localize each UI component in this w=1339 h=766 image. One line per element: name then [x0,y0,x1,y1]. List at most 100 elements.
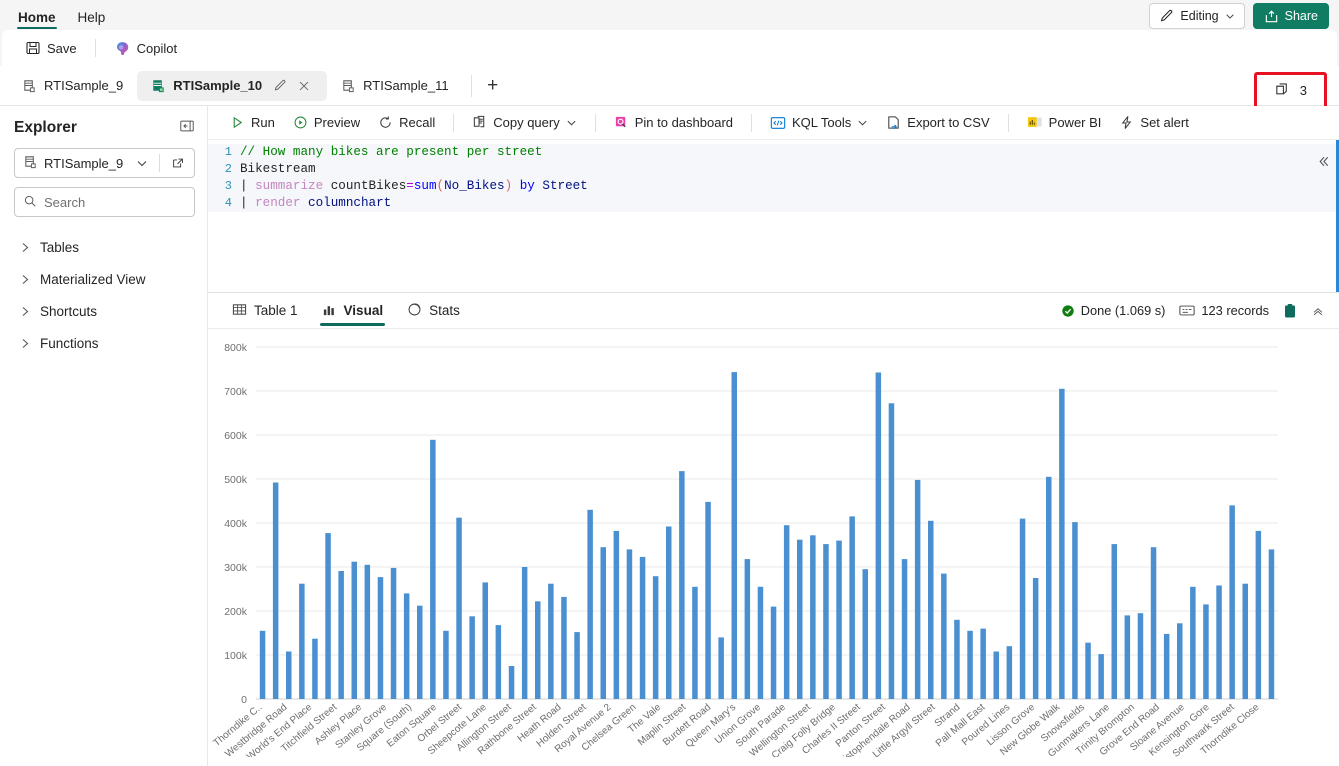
chart-bar[interactable] [508,666,515,699]
chart-bar[interactable] [875,372,882,700]
editing-mode-button[interactable]: Editing [1149,3,1245,29]
tree-item-materialized-view[interactable]: Materialized View [14,263,195,295]
chart-bar[interactable] [888,403,895,699]
chart-bar[interactable] [1124,615,1131,699]
chart-bar[interactable] [1019,518,1026,699]
copilot-button[interactable]: Copilot [105,34,186,62]
chart-bar[interactable] [1098,654,1104,699]
chart-bar[interactable] [495,625,502,699]
share-button[interactable]: Share [1252,3,1329,29]
collapse-results-icon[interactable] [1311,304,1325,318]
chart-bar[interactable] [377,577,384,699]
tab-visual[interactable]: Visual [312,294,394,328]
chart-bar[interactable] [1177,623,1183,699]
chart-bar[interactable] [443,630,449,699]
rename-tab-icon[interactable] [271,77,289,95]
chart-bar[interactable] [666,526,672,700]
chart-bar[interactable] [652,576,659,699]
kql-editor[interactable]: 1 // How many bikes are present per stre… [208,140,1339,292]
chart-bar[interactable] [783,525,790,699]
chart-bar[interactable] [1203,604,1209,699]
copy-query-button[interactable]: Copy query [464,110,584,136]
chart-svg[interactable]: 0100k200k300k400k500k600k700k800kThorndi… [208,337,1306,757]
chart-bar[interactable] [797,539,803,699]
chart-bar[interactable] [1190,586,1196,699]
tree-item-functions[interactable]: Functions [14,327,195,359]
chart-bar[interactable] [862,569,869,699]
chart-bar[interactable] [574,632,580,699]
chart-bar[interactable] [1006,646,1013,699]
chart-bar[interactable] [1137,613,1144,699]
chart-bar[interactable] [1072,522,1078,699]
chart-bar[interactable] [1255,530,1262,699]
set-alert-button[interactable]: Set alert [1111,110,1196,136]
tree-item-tables[interactable]: Tables [14,231,195,263]
chart-bar[interactable] [679,471,685,699]
chart-bar[interactable] [914,479,921,699]
query-tab-rtisample-11[interactable]: RTISample_11 [327,71,463,101]
chart-bar[interactable] [325,533,331,699]
preview-button[interactable]: Preview [285,110,368,136]
chart-bar[interactable] [1032,578,1039,699]
chart-bar[interactable] [1229,505,1235,699]
kql-tools-button[interactable]: KQL Tools [762,110,876,136]
chart-bar[interactable] [639,556,646,699]
tab-stats[interactable]: Stats [397,294,470,328]
chart-bar[interactable] [692,586,698,699]
search-input[interactable] [44,194,186,210]
run-button[interactable]: Run [222,110,283,136]
chart-bar[interactable] [561,596,567,699]
chart-bar[interactable] [299,583,305,699]
chart-bar[interactable] [1150,547,1157,699]
recall-button[interactable]: Recall [370,110,443,136]
chart-bar[interactable] [744,559,751,699]
chart-bar[interactable] [849,516,855,699]
export-to-csv-button[interactable]: Export to CSV [878,110,997,136]
chart-bar[interactable] [272,482,279,700]
chart-bar[interactable] [967,630,973,699]
chart-bar[interactable] [1046,476,1052,699]
chart-bar[interactable] [1111,544,1118,699]
save-button[interactable]: Save [16,34,86,62]
chart-bar[interactable] [312,638,318,699]
chart-bar[interactable] [980,628,986,699]
explorer-search[interactable] [14,187,195,217]
chart-bar[interactable] [338,571,344,699]
chart-bar[interactable] [403,593,410,699]
chart-bar[interactable] [351,561,358,699]
collapse-explorer-icon[interactable] [179,118,195,137]
tab-table-1[interactable]: Table 1 [222,294,308,328]
chart-bar[interactable] [626,549,633,699]
copy-results-button[interactable] [1283,303,1297,319]
chart-bar[interactable] [823,544,829,699]
chart-bar[interactable] [1085,642,1091,699]
chevron-down-icon[interactable] [131,157,153,169]
chart-bar[interactable] [535,601,541,699]
chart-bar[interactable] [456,517,462,699]
chart-bar[interactable] [390,567,397,699]
chart-bar[interactable] [482,582,489,699]
kql-editor-content[interactable]: 1 // How many bikes are present per stre… [208,140,1339,292]
chart-bar[interactable] [810,535,816,699]
chart-bar[interactable] [731,372,738,699]
chart-bar[interactable] [430,439,436,699]
chart-bar[interactable] [928,520,934,699]
chart-bar[interactable] [364,564,371,699]
column-chart[interactable]: 0 100k 200k 300k 400k 500k 600k 700k 800k Thorndi… [208,329,1339,766]
chart-bar[interactable] [548,583,554,699]
chart-bar[interactable] [417,605,423,699]
chart-bar[interactable] [901,559,908,699]
chart-bar[interactable] [836,540,842,699]
chart-bar[interactable] [1059,388,1065,699]
chart-bar[interactable] [469,616,475,699]
chart-bar[interactable] [1242,583,1249,699]
open-external-icon[interactable] [166,156,190,170]
close-tab-icon[interactable] [295,77,313,95]
power-bi-button[interactable]: Power BI [1019,110,1110,136]
pin-to-dashboard-button[interactable]: Pin to dashboard [606,110,741,136]
tree-item-shortcuts[interactable]: Shortcuts [14,295,195,327]
chart-bar[interactable] [613,530,620,699]
chart-bar[interactable] [954,619,960,699]
chart-bar[interactable] [757,586,764,699]
query-tab-rtisample-9[interactable]: RTISample_9 [8,71,137,101]
